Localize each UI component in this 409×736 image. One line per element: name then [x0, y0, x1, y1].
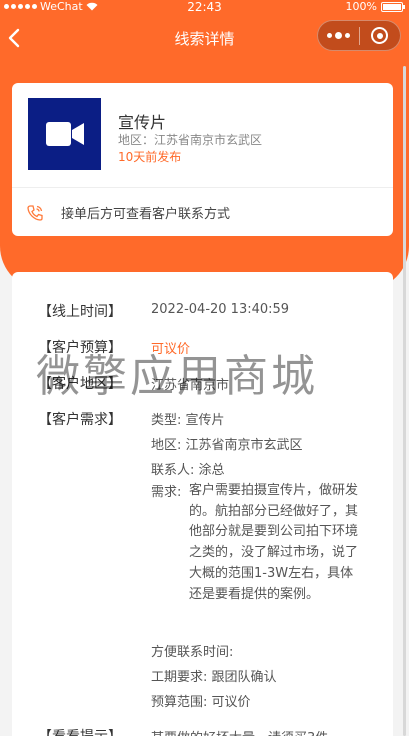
tip-label: 【看看提示】 [38, 726, 122, 736]
divider [12, 187, 393, 188]
lead-published-time: 10天前发布 [118, 150, 182, 164]
online-time-value: 2022-04-20 13:40:59 [151, 302, 290, 317]
watermark: 微擎应用商城 [36, 351, 318, 402]
contact-notice[interactable]: 接单后方可查看客户联系方式 [26, 203, 230, 222]
customer-needs-label: 【客户需求】 [38, 412, 122, 428]
need-schedule: 工期要求: 跟团队确认 [151, 670, 277, 685]
tip-value: 某要做的好坏大量。请须买3件 [151, 727, 328, 736]
lead-region: 地区：江苏省南京市玄武区 [118, 133, 263, 147]
need-budget-range: 预算范围: 可议价 [151, 695, 251, 710]
video-thumbnail [28, 98, 101, 170]
need-text: 客户需要拍摄宣传片，做研发的。航拍部分已经做好了，其他部分就是要到公司拍下环境之… [189, 483, 359, 602]
nav-bar: 线索详情 [0, 18, 409, 58]
battery-percent: 100% [345, 0, 377, 13]
scrollbar[interactable] [403, 66, 406, 736]
battery-icon [381, 1, 405, 12]
mini-program-capsule [317, 20, 401, 51]
need-type: 类型: 宣传片 [151, 413, 225, 428]
need-description: 需求: 客户需要拍摄宣传片，做研发的。航拍部分已经做好了，其他部分就是要到公司拍… [151, 481, 361, 605]
close-target-icon[interactable] [360, 27, 400, 44]
lead-title: 宣传片 [118, 113, 167, 132]
status-bar: WeChat 22:43 100% [0, 0, 409, 14]
more-icon[interactable] [318, 32, 359, 39]
need-contact-time: 方便联系时间: [151, 645, 234, 660]
need-contact-person: 联系人: 涂总 [151, 463, 225, 478]
video-camera-icon [45, 122, 84, 146]
online-time-label: 【线上时间】 [38, 304, 122, 320]
phone-icon [27, 204, 43, 221]
contact-notice-text: 接单后方可查看客户联系方式 [61, 207, 231, 222]
need-region: 地区: 江苏省南京市玄武区 [151, 438, 303, 453]
need-prefix: 需求: [151, 485, 182, 500]
lead-summary-card: 宣传片 地区：江苏省南京市玄武区 10天前发布 接单后方可查看客户联系方式 [12, 83, 393, 236]
